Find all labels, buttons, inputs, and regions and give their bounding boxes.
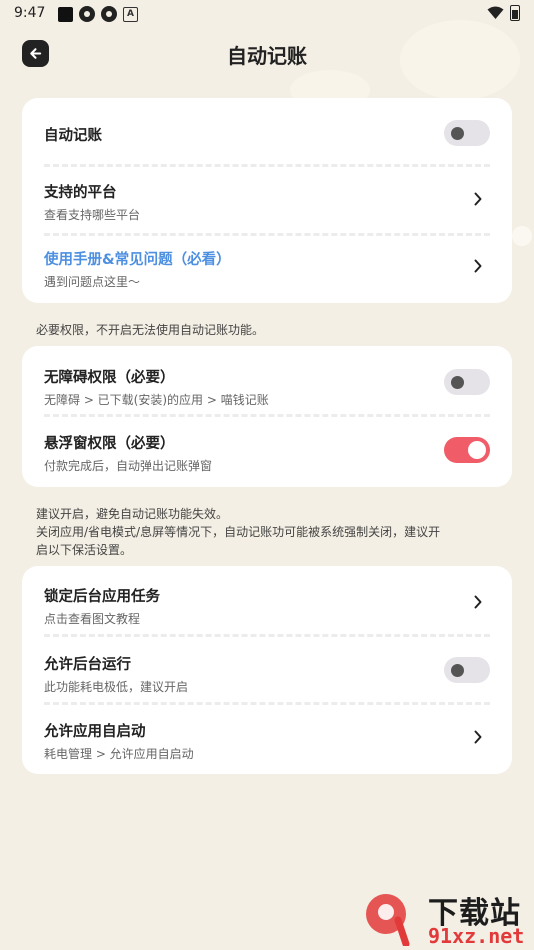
settings-card-keep-alive: 锁定后台应用任务 点击查看图文教程 允许后台运行 此功能耗电极低，建议开启 允许… — [22, 566, 512, 774]
accessibility-permission-subtitle: 无障碍 > 已下载(安装)的应用 > 喵钱记账 — [44, 393, 269, 407]
supported-platforms-title: 支持的平台 — [44, 185, 117, 201]
allow-autostart-row[interactable]: 允许应用自启动 耗电管理 > 允许应用自启动 — [44, 720, 490, 762]
keep-alive-note: 建议开启，避免自动记账功能失效。 关闭应用/省电模式/息屏等情况下，自动记账功可… — [36, 505, 440, 559]
divider — [44, 634, 490, 637]
watermark-url: 91xz.net — [428, 924, 525, 948]
keep-alive-note-line: 关闭应用/省电模式/息屏等情况下，自动记账功可能被系统强制关闭，建议开 — [36, 525, 441, 539]
sync-icon — [101, 6, 117, 22]
manual-faq-subtitle: 遇到问题点这里～ — [44, 275, 141, 289]
site-watermark: 下载站 91xz.net — [362, 886, 534, 950]
manual-faq-row[interactable]: 使用手册&常见问题（必看） 遇到问题点这里～ — [44, 248, 490, 290]
divider — [44, 164, 490, 167]
overlay-permission-subtitle: 付款完成后，自动弹出记账弹窗 — [44, 459, 213, 473]
supported-platforms-row[interactable]: 支持的平台 查看支持哪些平台 — [44, 181, 490, 223]
status-notification-icons: A — [58, 6, 138, 22]
allow-background-title: 允许后台运行 — [44, 657, 131, 673]
keep-alive-note-line: 建议开启，避免自动记账功能失效。 — [36, 507, 229, 521]
chevron-right-icon — [470, 258, 486, 274]
auto-record-row: 自动记账 — [44, 124, 490, 145]
auto-record-label: 自动记账 — [44, 128, 102, 144]
overlay-permission-toggle[interactable] — [444, 437, 490, 463]
page-title: 自动记账 — [227, 44, 307, 68]
manual-faq-title: 使用手册&常见问题（必看） — [44, 252, 231, 268]
wifi-icon — [487, 6, 504, 19]
auto-record-toggle[interactable] — [444, 120, 490, 146]
divider — [44, 233, 490, 236]
chevron-right-icon — [470, 191, 486, 207]
accessibility-permission-title: 无障碍权限（必要） — [44, 370, 175, 386]
overlay-permission-row: 悬浮窗权限（必要） 付款完成后，自动弹出记账弹窗 — [44, 432, 490, 474]
divider — [44, 702, 490, 705]
toggle-knob — [468, 441, 486, 459]
overlay-permission-title: 悬浮窗权限（必要） — [44, 436, 175, 452]
keep-alive-note-line: 启以下保活设置。 — [36, 543, 133, 557]
battery-icon — [510, 5, 520, 21]
settings-card-permissions: 无障碍权限（必要） 无障碍 > 已下载(安装)的应用 > 喵钱记账 悬浮窗权限（… — [22, 346, 512, 487]
accessibility-permission-toggle[interactable] — [444, 369, 490, 395]
chevron-right-icon — [470, 729, 486, 745]
app-notification-icon — [58, 6, 73, 22]
lock-background-task-title: 锁定后台应用任务 — [44, 589, 160, 605]
allow-autostart-title: 允许应用自启动 — [44, 724, 146, 740]
lock-background-task-row[interactable]: 锁定后台应用任务 点击查看图文教程 — [44, 585, 490, 627]
toggle-knob — [451, 127, 464, 140]
required-permissions-note: 必要权限，不开启无法使用自动记账功能。 — [36, 323, 265, 337]
background-decoration — [512, 226, 532, 246]
status-time: 9:47 — [14, 5, 46, 21]
allow-autostart-subtitle: 耗电管理 > 允许应用自启动 — [44, 747, 194, 761]
sync-icon — [79, 6, 95, 22]
allow-background-toggle[interactable] — [444, 657, 490, 683]
supported-platforms-subtitle: 查看支持哪些平台 — [44, 208, 141, 222]
divider — [44, 414, 490, 417]
a-notification-icon: A — [123, 6, 138, 22]
settings-card-general: 自动记账 支持的平台 查看支持哪些平台 使用手册&常见问题（必看） 遇到问题点这… — [22, 98, 512, 303]
lock-background-task-subtitle: 点击查看图文教程 — [44, 612, 141, 626]
toggle-knob — [451, 664, 464, 677]
status-system-icons — [487, 5, 520, 21]
watermark-logo-icon — [366, 894, 410, 946]
accessibility-permission-row: 无障碍权限（必要） 无障碍 > 已下载(安装)的应用 > 喵钱记账 — [44, 366, 490, 408]
toggle-knob — [451, 376, 464, 389]
allow-background-row: 允许后台运行 此功能耗电极低，建议开启 — [44, 653, 490, 695]
allow-background-subtitle: 此功能耗电极低，建议开启 — [44, 680, 189, 694]
chevron-right-icon — [470, 594, 486, 610]
